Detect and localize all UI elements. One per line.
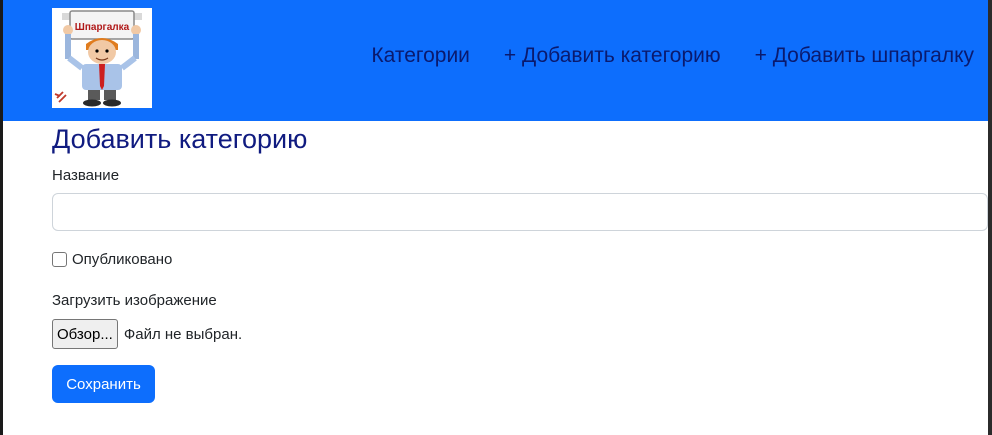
published-checkbox[interactable] xyxy=(52,252,67,267)
svg-text:Шпаргалка: Шпаргалка xyxy=(75,22,130,33)
page-title: Добавить категорию xyxy=(52,124,308,154)
site-logo[interactable]: Шпаргалка xyxy=(52,8,152,108)
name-input[interactable] xyxy=(52,193,988,231)
published-row: Опубликовано xyxy=(52,251,172,268)
nav-link-categories[interactable]: Категории xyxy=(371,44,470,68)
browse-button[interactable]: Обзор... xyxy=(52,319,118,349)
window-right-edge xyxy=(988,0,992,435)
name-label: Название xyxy=(52,167,120,184)
file-input: Обзор... Файл не выбран. xyxy=(52,319,242,349)
main-nav: Категории + Добавить категорию + Добавит… xyxy=(371,44,974,68)
top-navbar: Шпаргалка Категории + Добавить категорию… xyxy=(3,0,988,121)
save-button[interactable]: Сохранить xyxy=(52,365,155,403)
nav-link-add-cheatsheet[interactable]: + Добавить шпаргалку xyxy=(755,44,974,68)
nav-link-add-category[interactable]: + Добавить категорию xyxy=(504,44,721,68)
published-label[interactable]: Опубликовано xyxy=(72,251,172,268)
file-status: Файл не выбран. xyxy=(123,325,243,343)
upload-image-label: Загрузить изображение xyxy=(52,292,217,309)
cheatsheet-mascot-icon: Шпаргалка xyxy=(52,8,152,108)
